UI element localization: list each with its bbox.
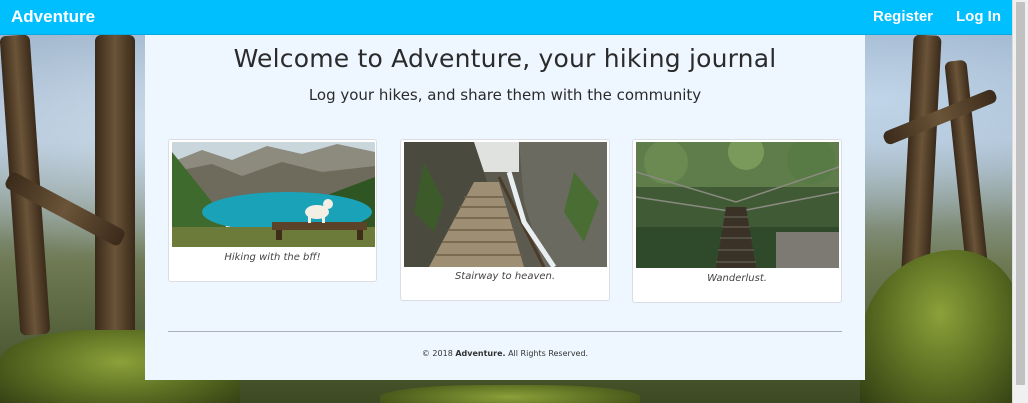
footer-divider [168,331,842,332]
lake-dog-photo [172,142,375,247]
journal-card[interactable]: Hiking with the bff! [168,139,377,282]
card-caption: Wanderlust. [707,273,767,284]
page-subtitle: Log your hikes, and share them with the … [308,86,702,104]
page-title: Welcome to Adventure, your hiking journa… [233,44,777,73]
register-link[interactable]: Register [873,8,933,25]
vertical-scrollbar[interactable] [1012,0,1028,403]
login-link[interactable]: Log In [956,8,1001,25]
brand-logo[interactable]: Adventure [11,7,95,27]
scrollbar-thumb[interactable] [1016,2,1025,385]
canyon-stairway-photo [404,142,607,267]
journal-card[interactable]: Wanderlust. [632,139,842,303]
card-caption: Stairway to heaven. [454,271,556,282]
footer-copyright: © 2018 Adventure. All Rights Reserved. [421,349,589,358]
journal-card[interactable]: Stairway to heaven. [400,139,610,301]
top-navbar: Adventure Register Log In [0,0,1012,35]
footer-brand: Adventure. [455,349,506,358]
card-caption: Hiking with the bff! [224,252,321,263]
main-panel: Welcome to Adventure, your hiking journa… [145,35,865,380]
rope-bridge-photo [636,142,839,268]
